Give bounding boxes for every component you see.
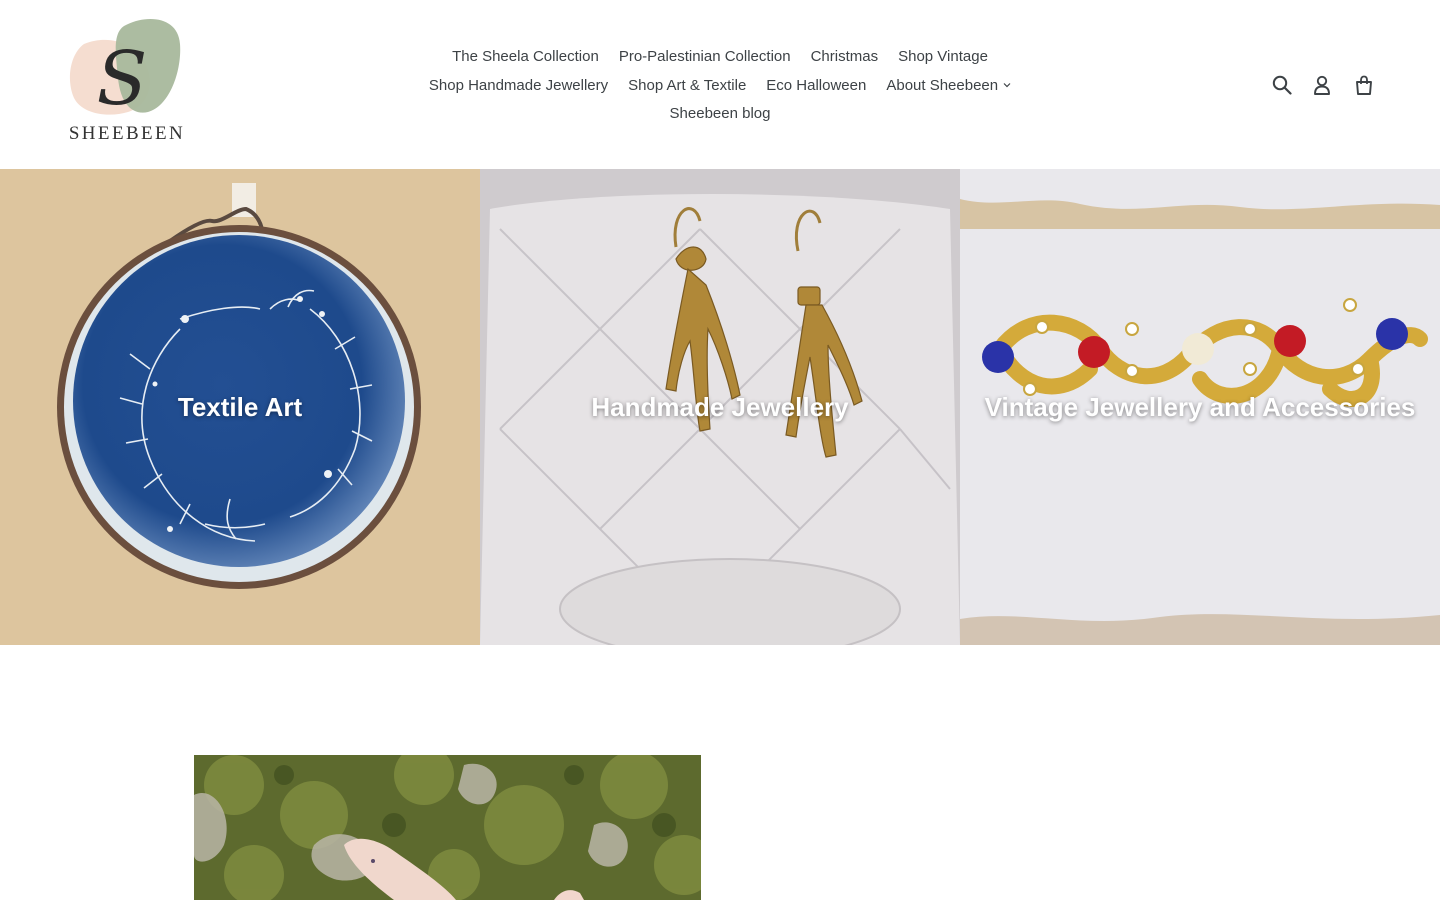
nav-item-about-sheebeen-label: About Sheebeen	[886, 76, 999, 94]
site-header: S SHEEBEEN The Sheela Collection Pro-Pale…	[0, 0, 1440, 169]
collection-tile-handmade-jewellery[interactable]: Handmade Jewellery	[480, 169, 960, 645]
chevron-down-icon	[1003, 71, 1011, 100]
svg-text:S: S	[97, 36, 148, 122]
collection-tile-textile-art[interactable]: Textile Art	[0, 169, 480, 645]
collection-title-handmade-jewellery: Handmade Jewellery	[591, 391, 849, 422]
collection-title-vintage-jewellery: Vintage Jewellery and Accessories	[984, 391, 1416, 422]
account-icon[interactable]	[1308, 71, 1336, 99]
sheebeen-logo[interactable]: S SHEEBEEN	[66, 14, 188, 146]
logo-mark: S	[69, 19, 181, 122]
logo-wordmark: SHEEBEEN	[68, 123, 186, 144]
nav-item-about-sheebeen[interactable]: About Sheebeen	[886, 72, 1011, 101]
moss-hand-photo	[194, 755, 701, 900]
nav-row-3: Sheebeen blog	[400, 100, 1040, 129]
nav-item-eco-halloween[interactable]: Eco Halloween	[766, 72, 866, 101]
cart-icon[interactable]	[1350, 71, 1378, 99]
collection-grid: Textile Art Handmade Jewellery Vintage J…	[0, 169, 1440, 645]
nav-item-shop-vintage[interactable]: Shop Vintage	[898, 43, 988, 72]
main-navigation: The Sheela Collection Pro-Palestinian Col…	[400, 43, 1040, 129]
collection-title-textile-art: Textile Art	[177, 391, 303, 422]
search-icon[interactable]	[1268, 71, 1296, 99]
nav-item-christmas[interactable]: Christmas	[811, 43, 879, 72]
nav-item-sheela-collection[interactable]: The Sheela Collection	[452, 43, 599, 72]
collection-tile-vintage-jewellery[interactable]: Vintage Jewellery and Accessories	[960, 169, 1440, 645]
nav-item-shop-handmade-jewellery[interactable]: Shop Handmade Jewellery	[429, 72, 608, 101]
nav-row-1: The Sheela Collection Pro-Palestinian Col…	[400, 43, 1040, 72]
nav-item-pro-palestinian-collection[interactable]: Pro-Palestinian Collection	[619, 43, 791, 72]
nav-row-2: Shop Handmade Jewellery Shop Art & Textil…	[400, 72, 1040, 101]
nav-item-shop-art-textile[interactable]: Shop Art & Textile	[628, 72, 746, 101]
featured-image	[194, 755, 701, 900]
nav-item-sheebeen-blog[interactable]: Sheebeen blog	[670, 100, 771, 129]
